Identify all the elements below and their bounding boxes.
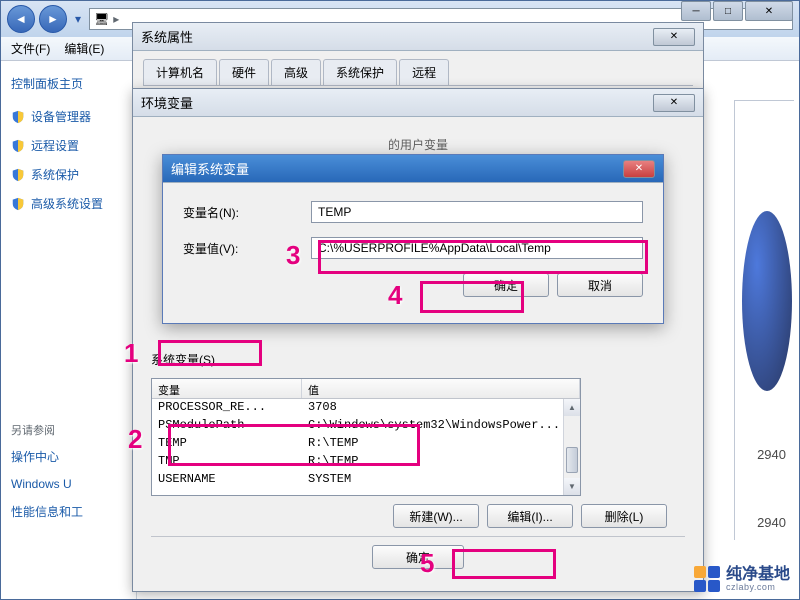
computer-icon: 🖥: [94, 12, 109, 26]
list-header: 变量 值: [152, 379, 580, 399]
sidebar-heading: 控制面板主页: [1, 71, 136, 102]
new-button[interactable]: 新建(W)...: [393, 504, 479, 528]
shield-icon: [11, 139, 25, 153]
scrollbar[interactable]: ▲ ▼: [563, 399, 580, 495]
nav-dropdown[interactable]: ▾: [71, 8, 85, 30]
stat-1: 2940: [757, 447, 786, 462]
link-performance[interactable]: 性能信息和工: [1, 497, 136, 526]
editvar-title: 编辑系统变量: [171, 159, 623, 178]
sysprops-close-button[interactable]: ✕: [653, 28, 695, 46]
stat-2: 2940: [757, 515, 786, 530]
edit-button[interactable]: 编辑(I)...: [487, 504, 573, 528]
table-row[interactable]: USERNAME SYSTEM: [152, 471, 580, 489]
globe-graphic: [742, 211, 792, 391]
scroll-up-button[interactable]: ▲: [564, 399, 580, 416]
value-label: 变量值(V):: [183, 240, 311, 257]
nav-forward-button[interactable]: ►: [39, 5, 67, 33]
tab-protection[interactable]: 系统保护: [323, 59, 397, 85]
shield-icon: [11, 110, 25, 124]
variable-name-input[interactable]: [311, 201, 643, 223]
table-row[interactable]: TMP R:\TEMP: [152, 453, 580, 471]
system-vars-list[interactable]: 变量 值 PROCESSOR_RE... 3708 PSModulePath C…: [151, 378, 581, 496]
scroll-thumb[interactable]: [566, 447, 578, 473]
system-vars-label: 系统变量(S): [151, 345, 685, 374]
tab-hardware[interactable]: 硬件: [219, 59, 269, 85]
watermark: 纯净基地 czlaby.com: [694, 566, 790, 592]
editvar-ok-button[interactable]: 确定: [463, 273, 549, 297]
watermark-text: 纯净基地: [726, 567, 790, 583]
tab-advanced[interactable]: 高级: [271, 59, 321, 85]
see-also-heading: 另请参阅: [1, 418, 136, 442]
envvars-ok-button[interactable]: 确定: [372, 545, 464, 569]
maximize-button[interactable]: □: [713, 1, 743, 21]
watermark-logo: [694, 566, 720, 592]
table-row[interactable]: PROCESSOR_RE... 3708: [152, 399, 580, 417]
sidebar-item-remote[interactable]: 远程设置: [1, 131, 136, 160]
link-windows-update[interactable]: Windows U: [1, 471, 136, 497]
variable-value-input[interactable]: [311, 237, 643, 259]
shield-icon: [11, 197, 25, 211]
name-label: 变量名(N):: [183, 204, 311, 221]
nav-back-button[interactable]: ◄: [7, 5, 35, 33]
sidebar-item-advanced[interactable]: 高级系统设置: [1, 189, 136, 218]
editvar-cancel-button[interactable]: 取消: [557, 273, 643, 297]
watermark-url: czlaby.com: [726, 583, 790, 592]
link-action-center[interactable]: 操作中心: [1, 442, 136, 471]
col-header-name[interactable]: 变量: [152, 379, 302, 398]
shield-icon: [11, 168, 25, 182]
delete-button[interactable]: 删除(L): [581, 504, 667, 528]
tab-remote[interactable]: 远程: [399, 59, 449, 85]
sidebar-label: 系统保护: [31, 166, 79, 183]
sidebar-label: 高级系统设置: [31, 195, 103, 212]
sysprops-tabs: 计算机名 硬件 高级 系统保护 远程: [143, 59, 693, 86]
table-row[interactable]: TEMP R:\TEMP: [152, 435, 580, 453]
close-button[interactable]: ✕: [745, 1, 793, 21]
address-chevron: ▸: [113, 12, 119, 26]
menu-edit[interactable]: 编辑(E): [64, 40, 104, 57]
col-header-value[interactable]: 值: [302, 379, 580, 398]
sidebar-item-protection[interactable]: 系统保护: [1, 160, 136, 189]
control-panel-sidebar: 控制面板主页 设备管理器 远程设置 系统保护 高级系统设置 另请参阅 操作中心 …: [1, 61, 137, 599]
right-panel: 2940 2940: [734, 100, 794, 540]
envvars-close-button[interactable]: ✕: [653, 94, 695, 112]
envvars-titlebar: 环境变量 ✕: [133, 89, 703, 117]
sysprops-titlebar: 系统属性 ✕: [133, 23, 703, 51]
envvars-title: 环境变量: [141, 93, 653, 112]
menu-file[interactable]: 文件(F): [11, 40, 50, 57]
editvar-titlebar: 编辑系统变量 ✕: [163, 155, 663, 183]
sidebar-label: 远程设置: [31, 137, 79, 154]
sysprops-title: 系统属性: [141, 27, 653, 46]
sidebar-label: 设备管理器: [31, 108, 91, 125]
tab-computer-name[interactable]: 计算机名: [143, 59, 217, 85]
edit-variable-dialog: 编辑系统变量 ✕ 变量名(N): 变量值(V): 确定 取消: [162, 154, 664, 324]
minimize-button[interactable]: ─: [681, 1, 711, 21]
table-row[interactable]: PSModulePath C:\Windows\system32\Windows…: [152, 417, 580, 435]
scroll-down-button[interactable]: ▼: [564, 478, 580, 495]
editvar-close-button[interactable]: ✕: [623, 160, 655, 178]
sidebar-item-device-manager[interactable]: 设备管理器: [1, 102, 136, 131]
